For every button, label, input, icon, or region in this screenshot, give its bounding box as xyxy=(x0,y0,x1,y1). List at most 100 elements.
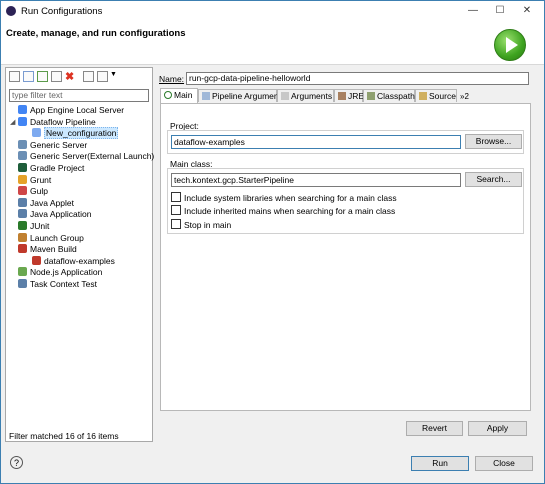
new-config-icon[interactable] xyxy=(9,71,20,82)
dataflow-config-icon xyxy=(32,128,41,138)
window-title: Run Configurations xyxy=(21,6,103,17)
junit-icon xyxy=(18,221,27,230)
maven-icon xyxy=(18,244,27,254)
collapse-all-icon[interactable] xyxy=(83,71,94,82)
tree-item-label: Generic Server xyxy=(30,139,88,150)
tree-item[interactable]: JUnit xyxy=(18,221,49,232)
header-title: Create, manage, and run configurations xyxy=(6,28,186,39)
tree-item[interactable]: Java Application xyxy=(18,209,91,220)
run-configurations-window: Run Configurations — ☐ ✕ Create, manage,… xyxy=(0,0,545,484)
tree-item[interactable]: New_configuration xyxy=(32,127,119,140)
run-button[interactable]: Run xyxy=(411,456,469,471)
dataflow-icon xyxy=(18,116,27,126)
close-button[interactable]: Close xyxy=(475,456,533,471)
close-window-button[interactable]: ✕ xyxy=(515,3,539,19)
browse-button[interactable]: Browse... xyxy=(465,134,522,149)
tree-item[interactable]: Maven Build xyxy=(18,244,77,255)
tree-item-label: Launch Group xyxy=(30,232,84,243)
tree-item-label: Dataflow Pipeline xyxy=(30,116,96,127)
tree-item-label: Generic Server(External Launch) xyxy=(30,151,155,162)
tree-item-label: Java Applet xyxy=(30,197,74,208)
tab-jre[interactable]: JRE xyxy=(334,89,364,102)
filter-status: Filter matched 16 of 16 items xyxy=(9,431,119,441)
tree-item[interactable]: Generic Server xyxy=(18,139,88,151)
run-large-icon xyxy=(494,29,526,61)
source-icon xyxy=(419,92,427,100)
duplicate-icon[interactable] xyxy=(51,71,62,82)
tree-item[interactable]: App Engine Local Server xyxy=(18,105,124,116)
eclipse-icon xyxy=(6,6,16,16)
tab-arguments[interactable]: Arguments xyxy=(277,89,334,102)
gulp-icon xyxy=(18,186,27,196)
title-bar: Run Configurations — ☐ ✕ xyxy=(1,1,544,21)
main-tab-icon xyxy=(164,91,172,99)
tab-classpath[interactable]: Classpath xyxy=(363,89,415,102)
server-icon xyxy=(18,139,27,149)
launch-group-icon xyxy=(18,232,27,242)
java-applet-icon xyxy=(18,197,27,207)
minimize-button[interactable]: — xyxy=(461,3,485,19)
tree-item[interactable]: Java Applet xyxy=(18,197,74,209)
tree-item[interactable]: Grunt xyxy=(18,174,51,186)
tree-item-label: App Engine Local Server xyxy=(30,105,125,115)
filter-icon[interactable] xyxy=(97,71,108,82)
expand-arrow-icon[interactable]: ◢ xyxy=(10,118,15,126)
task-icon xyxy=(18,279,27,288)
search-button[interactable]: Search... xyxy=(465,172,522,187)
apply-button[interactable]: Apply xyxy=(468,421,527,436)
main-class-field[interactable]: tech.kontext.gcp.StarterPipeline xyxy=(171,173,461,187)
tree-item-label: Java Application xyxy=(30,209,92,220)
tree-item[interactable]: Task Context Test xyxy=(18,279,97,290)
tree-item-label: Gulp xyxy=(30,186,48,197)
tree-item[interactable]: Gradle Project xyxy=(18,163,84,174)
tree-item-label: Maven Build xyxy=(30,244,77,255)
name-label: Name: xyxy=(159,74,185,84)
tree-item-label: Task Context Test xyxy=(30,279,97,289)
stop-in-main-checkbox[interactable]: Stop in main xyxy=(171,219,231,230)
tree-item-label: JUnit xyxy=(30,221,50,231)
tab-bar: Main Pipeline Arguments Arguments JRE Cl… xyxy=(160,88,532,103)
tab-pipeline-arguments[interactable]: Pipeline Arguments xyxy=(198,89,285,102)
more-tabs-button[interactable]: »2 xyxy=(460,92,469,101)
filter-input[interactable]: type filter text xyxy=(9,89,149,102)
server-icon xyxy=(18,151,27,161)
tree-item[interactable]: Node.js Application xyxy=(18,267,102,278)
pipeline-args-icon xyxy=(202,92,210,100)
java-app-icon xyxy=(18,209,27,219)
tree-item[interactable]: Generic Server(External Launch) xyxy=(18,151,154,162)
tree-item[interactable]: dataflow-examples xyxy=(32,255,115,267)
name-field[interactable]: run-gcp-data-pipeline-helloworld xyxy=(186,72,529,85)
tree-item[interactable]: Dataflow Pipeline xyxy=(18,116,96,128)
tree-item[interactable]: Launch Group xyxy=(18,232,84,244)
tree-item-label: Node.js Application xyxy=(30,267,103,278)
new-prototype-icon[interactable] xyxy=(23,71,34,82)
project-field[interactable]: dataflow-examples xyxy=(171,135,461,149)
dialog-header: Create, manage, and run configurations xyxy=(1,21,544,65)
tree-item-label: dataflow-examples xyxy=(44,255,115,266)
configuration-editor: Name: run-gcp-data-pipeline-helloworld M… xyxy=(157,67,532,442)
delete-icon[interactable]: ✖ xyxy=(65,70,74,83)
include-inherited-mains-checkbox[interactable]: Include inherited mains when searching f… xyxy=(171,205,395,216)
tab-main[interactable]: Main xyxy=(160,88,198,103)
tree-item-label: New_configuration xyxy=(44,127,119,140)
include-system-libraries-checkbox[interactable]: Include system libraries when searching … xyxy=(171,192,397,203)
revert-button[interactable]: Revert xyxy=(406,421,463,436)
chevron-down-icon[interactable]: ▼ xyxy=(110,71,117,78)
main-tab-panel: Project: dataflow-examples Browse... Mai… xyxy=(160,103,531,411)
checkbox-icon[interactable] xyxy=(171,192,181,202)
export-icon[interactable] xyxy=(37,71,48,82)
tree-item-label: Gradle Project xyxy=(30,163,85,173)
app-engine-icon xyxy=(18,105,27,114)
arguments-icon xyxy=(281,92,289,100)
gradle-icon xyxy=(18,163,27,172)
grunt-icon xyxy=(18,174,27,184)
checkbox-icon[interactable] xyxy=(171,219,181,229)
tree-item[interactable]: Gulp xyxy=(18,186,48,197)
help-icon[interactable]: ? xyxy=(10,456,23,469)
nodejs-icon xyxy=(18,267,27,277)
jre-icon xyxy=(338,92,346,100)
configuration-tree-pane: ✖ ▼ type filter text App Engine Local Se… xyxy=(5,67,154,442)
checkbox-icon[interactable] xyxy=(171,205,181,215)
maximize-button[interactable]: ☐ xyxy=(488,3,512,19)
tab-source[interactable]: Source xyxy=(415,89,457,102)
